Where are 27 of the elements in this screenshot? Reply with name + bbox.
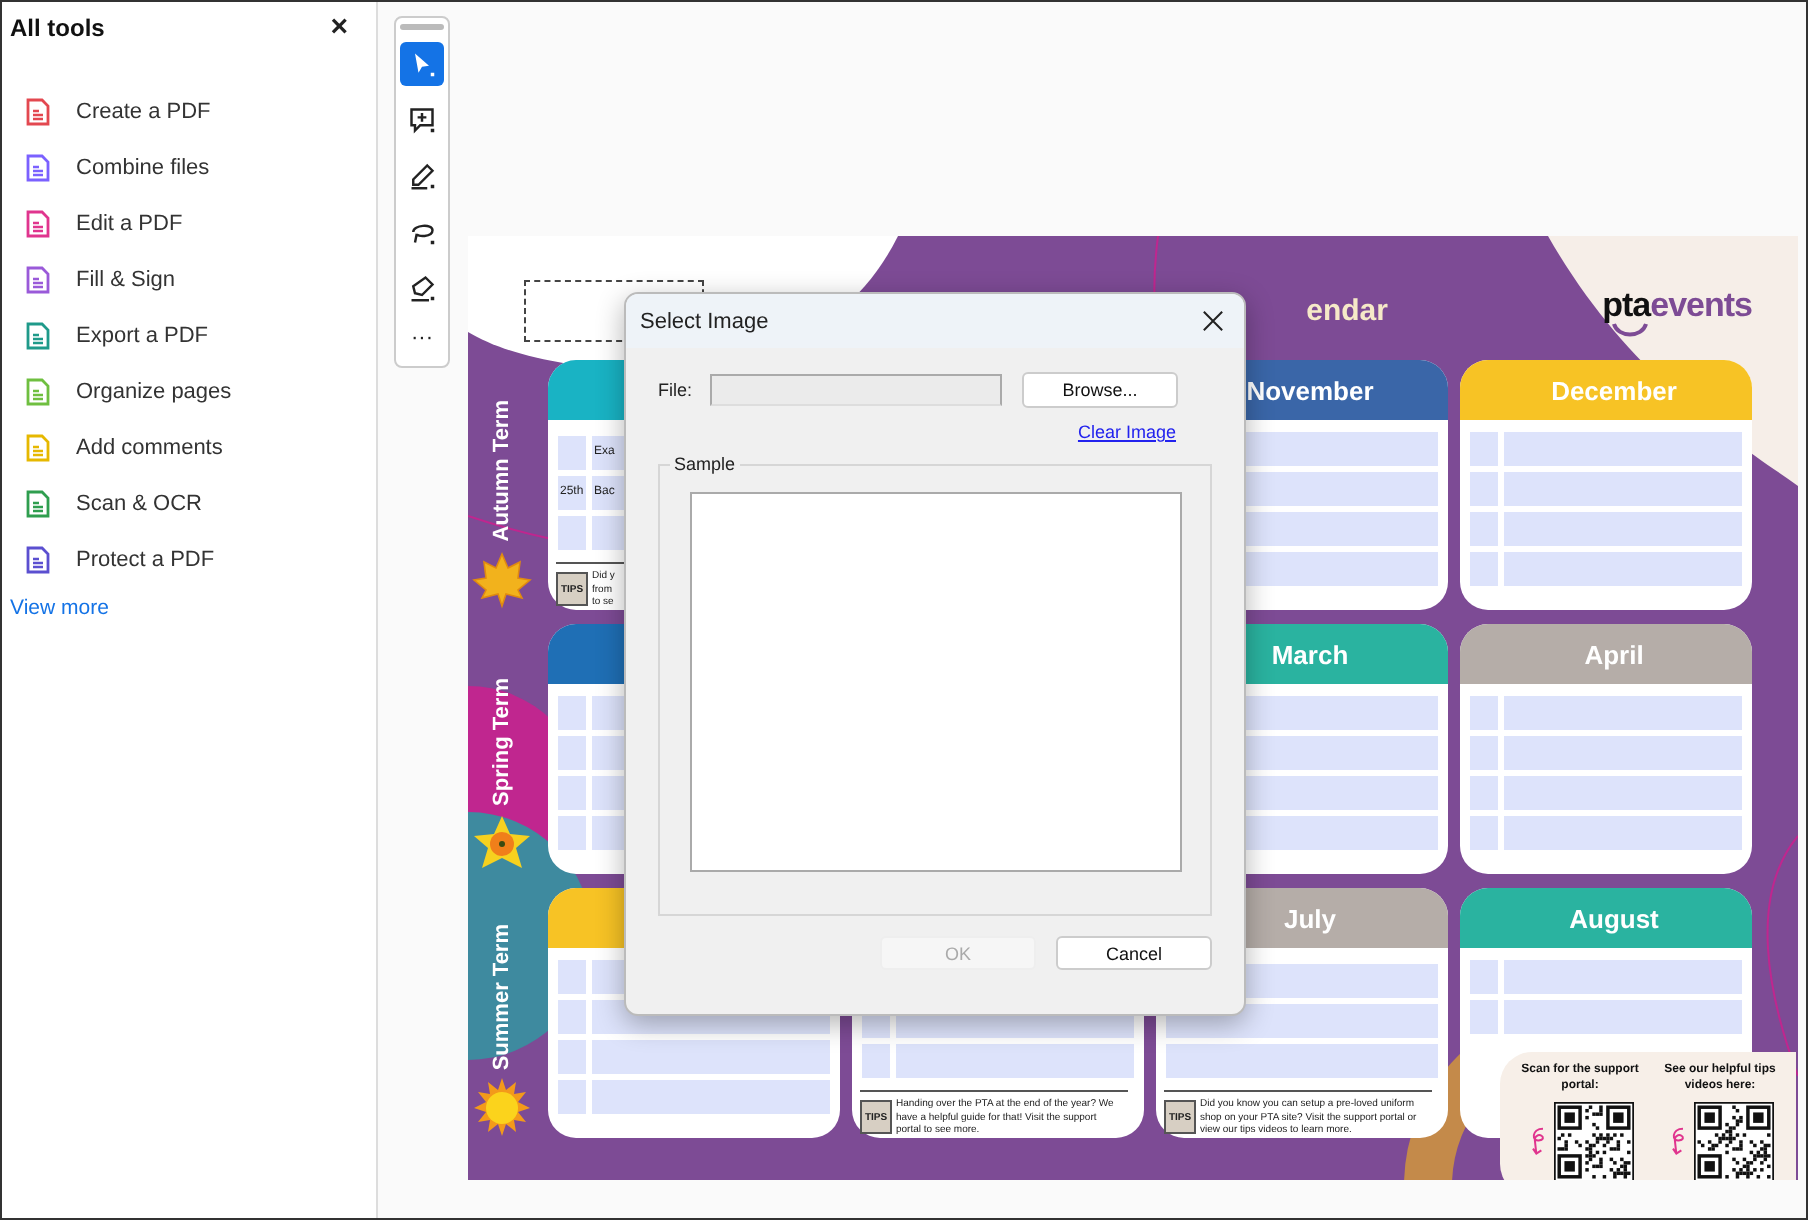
logo: ptaevents (1602, 285, 1752, 333)
term-label: Autumn Term (490, 400, 514, 542)
calendar-title: endar (1306, 294, 1388, 328)
term-label: Spring Term (490, 678, 514, 806)
tool-link[interactable]: Edit a PDF (76, 212, 183, 236)
tool-link[interactable]: Protect a PDF (76, 548, 215, 572)
clear-image-link[interactable]: Clear Image (1077, 422, 1176, 442)
panel-title: All tools (10, 13, 105, 41)
tool-link[interactable]: Organize pages (76, 380, 232, 404)
month-header: December (1460, 360, 1752, 420)
tool-link[interactable]: Combine files (76, 156, 210, 180)
month-header: April (1460, 624, 1752, 684)
tool-link[interactable]: Create a PDF (76, 100, 211, 124)
dialog-title: Select Image (640, 309, 769, 333)
close-button[interactable]: × (326, 12, 352, 42)
sample-label: Sample (670, 454, 740, 476)
view-more-link[interactable]: View more (10, 596, 109, 620)
dialog-button[interactable]: Cancel (1056, 936, 1212, 970)
tool-link[interactable]: Fill & Sign (76, 268, 176, 292)
month-header: August (1460, 888, 1752, 948)
term-label: Summer Term (490, 923, 514, 1070)
tool-link[interactable]: Add comments (76, 436, 223, 460)
browse-button[interactable]: Browse... (1022, 372, 1178, 408)
more-tools-button[interactable]: ··· (400, 322, 444, 354)
tool-link[interactable]: Scan & OCR (76, 492, 202, 516)
file-label: File: (658, 380, 695, 400)
tool-link[interactable]: Export a PDF (76, 324, 209, 348)
